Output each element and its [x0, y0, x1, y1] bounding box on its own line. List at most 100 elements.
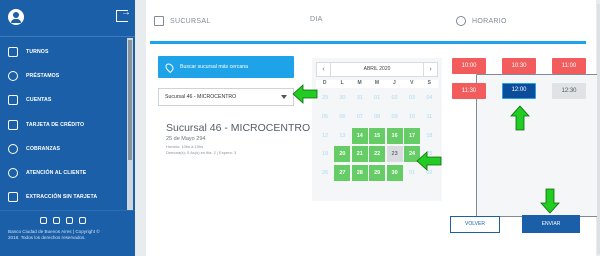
- sidebar-item-label: COBRANZAS: [26, 145, 61, 152]
- branch-hours: Horario: 10hs a 15hs: [166, 144, 204, 149]
- sidebar-item-label: ATENCIÓN AL CLIENTE: [26, 170, 87, 177]
- calendar-day[interactable]: 05: [317, 109, 333, 125]
- sidebar-item-atencion[interactable]: ATENCIÓN AL CLIENTE: [0, 161, 135, 185]
- sidebar-item-label: EXTRACCIÓN SIN TARJETA: [26, 194, 98, 201]
- sidebar-item-label: CUENTAS: [26, 97, 52, 104]
- youtube-icon[interactable]: [53, 217, 60, 224]
- weekday-label: V: [410, 80, 414, 86]
- hand-coin-icon: [8, 143, 18, 154]
- logout-icon[interactable]: [116, 7, 131, 22]
- branch-address: 25 de Mayo 294: [166, 136, 206, 142]
- twitter-icon[interactable]: [79, 217, 86, 224]
- branch-title: Sucursal 46 - MICROCENTRO: [166, 122, 311, 134]
- calendar-day[interactable]: 19: [317, 146, 333, 162]
- calendar-day[interactable]: 15: [369, 127, 386, 144]
- sidebar: TURNOS PRÉSTAMOS CUENTAS TARJETA DE CRÉD…: [0, 0, 135, 256]
- branch-queue: Demora(s): 5 Ac(s) en fila: 2 | Espera: …: [166, 150, 237, 155]
- sidebar-divider: [0, 36, 135, 37]
- branch-select[interactable]: Sucursal 46 - MICROCENTRO: [158, 88, 294, 106]
- submit-button[interactable]: ENVIAR: [522, 215, 580, 233]
- weekday-label: L: [340, 80, 344, 86]
- month-label: ABRIL 2020: [363, 66, 391, 72]
- calendar-day[interactable]: 08: [369, 109, 385, 125]
- calendar-day[interactable]: 21: [351, 146, 368, 163]
- app-root: TURNOS PRÉSTAMOS CUENTAS TARJETA DE CRÉD…: [0, 0, 600, 256]
- calendar-day[interactable]: 23: [386, 146, 403, 163]
- sidebar-item-tarjeta[interactable]: TARJETA DE CRÉDITO: [0, 113, 135, 137]
- calendar-day[interactable]: 18: [421, 128, 437, 144]
- sidebar-item-extraccion[interactable]: EXTRACCIÓN SIN TARJETA: [0, 185, 135, 209]
- time-slot-button[interactable]: 12:30: [552, 83, 586, 99]
- step-label: HORARIO: [472, 17, 507, 25]
- weekday-label: S: [427, 80, 431, 86]
- annotation-arrow-left-icon: [292, 84, 318, 104]
- calendar-day[interactable]: 30: [386, 165, 403, 182]
- sidebar-item-turnos[interactable]: TURNOS: [0, 40, 135, 64]
- prev-month-button[interactable]: ‹: [317, 63, 331, 76]
- calendar-day[interactable]: 17: [404, 127, 420, 144]
- time-slot-button[interactable]: 11:30: [452, 83, 486, 99]
- calendar-day[interactable]: 09: [387, 109, 403, 125]
- headset-icon: [8, 168, 18, 179]
- sidebar-item-cobranzas[interactable]: COBRANZAS: [0, 137, 135, 161]
- branch-select-value: Sucursal 46 - MICROCENTRO: [165, 94, 237, 100]
- calendar-day[interactable]: 27: [334, 165, 351, 182]
- calendar-day[interactable]: 29: [317, 90, 333, 106]
- sidebar-item-prestamos[interactable]: PRÉSTAMOS: [0, 64, 135, 88]
- calendar-day[interactable]: 30: [334, 90, 350, 106]
- date-picker-header: ‹ ABRIL 2020 ›: [316, 62, 438, 77]
- weekday-label: D: [322, 80, 327, 86]
- sidebar-footer: Banco Ciudad de Buenos Aires | Copyright…: [0, 210, 135, 256]
- weekday-label: M: [374, 80, 380, 86]
- back-button[interactable]: VOLVER: [450, 216, 500, 233]
- chevron-down-icon: [281, 95, 287, 99]
- time-slot-button[interactable]: 10:00: [452, 58, 486, 74]
- time-slot-button[interactable]: 11:00: [552, 58, 586, 74]
- sidebar-item-cuentas[interactable]: CUENTAS: [0, 88, 135, 112]
- step-label: DIA: [310, 16, 323, 23]
- sidebar-item-label: TARJETA DE CRÉDITO: [26, 121, 85, 128]
- find-nearest-branch-button[interactable]: Buscar sucursal más cercana: [158, 56, 294, 78]
- calendar-day[interactable]: 29: [369, 165, 386, 182]
- progress-bar: [150, 41, 586, 44]
- user-avatar-icon[interactable]: [8, 9, 24, 25]
- weekday-label: J: [393, 80, 396, 86]
- booking-panel: SUCURSAL DIA HORARIO Buscar sucursal más…: [146, 0, 600, 256]
- calendar-day[interactable]: 11: [421, 109, 437, 125]
- find-nearest-branch-label: Buscar sucursal más cercana: [180, 64, 249, 70]
- calendar-day[interactable]: 28: [351, 165, 368, 182]
- calendar-day[interactable]: 01: [369, 90, 385, 106]
- calendar-day[interactable]: 04: [421, 90, 437, 106]
- calendar-day[interactable]: 03: [404, 90, 420, 106]
- credit-card-icon: [8, 119, 18, 130]
- calendar-day[interactable]: 02: [387, 90, 403, 106]
- annotation-arrow-up-icon: [510, 105, 530, 131]
- step-dia: DIA: [310, 16, 600, 217]
- instagram-icon[interactable]: [40, 217, 47, 224]
- next-month-button[interactable]: ›: [423, 63, 437, 76]
- weekday-label: M: [357, 80, 362, 86]
- atm-icon: [8, 192, 18, 203]
- calendar-day[interactable]: 20: [334, 146, 351, 163]
- calendar-day[interactable]: 31: [352, 90, 368, 106]
- location-pin-icon: [163, 61, 176, 73]
- time-slot-button[interactable]: 10:30: [502, 58, 536, 74]
- calendar-day[interactable]: 12: [317, 128, 333, 144]
- wallet-icon: [8, 95, 18, 106]
- calendar-day[interactable]: 22: [369, 146, 386, 163]
- calendar-day[interactable]: 14: [351, 127, 368, 144]
- sidebar-item-label: PRÉSTAMOS: [26, 73, 60, 80]
- calendar-day[interactable]: 10: [404, 109, 420, 125]
- calendar-day[interactable]: 26: [317, 165, 333, 181]
- clock-icon: [456, 16, 466, 26]
- calendar-day[interactable]: 13: [334, 128, 350, 144]
- sidebar-menu: TURNOS PRÉSTAMOS CUENTAS TARJETA DE CRÉD…: [0, 40, 135, 209]
- time-slot-button-selected[interactable]: 12:00: [502, 83, 536, 99]
- calendar-day[interactable]: 16: [386, 127, 403, 144]
- facebook-icon[interactable]: [66, 217, 73, 224]
- calendar-day[interactable]: 07: [352, 109, 368, 125]
- calendar-day[interactable]: 06: [334, 109, 350, 125]
- sidebar-scrollbar-thumb[interactable]: [128, 40, 132, 160]
- step-horario: HORARIO: [456, 16, 507, 26]
- step-sucursal: SUCURSAL: [154, 16, 211, 26]
